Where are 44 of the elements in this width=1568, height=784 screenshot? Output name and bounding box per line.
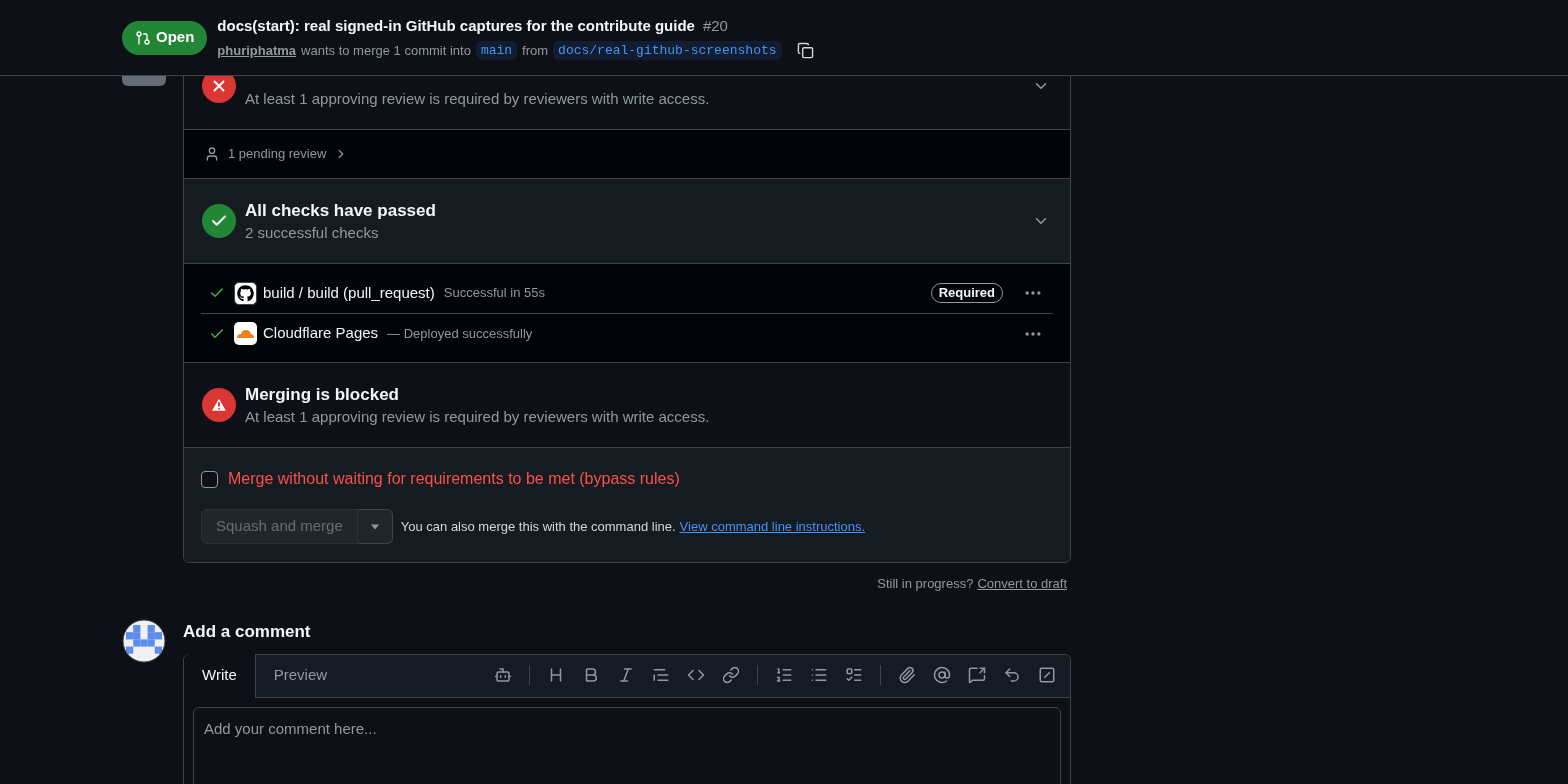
cloud-icon	[234, 322, 257, 345]
section-description: At least 1 approving review is required by reviewers with write access.	[245, 407, 710, 427]
section-description: 2 successful checks	[245, 223, 380, 243]
check-name[interactable]: build / build (pull_request)	[263, 281, 435, 305]
check-detail: — Deployed successfully	[387, 324, 533, 343]
editor-tab[interactable]: Write	[184, 653, 256, 698]
italic-icon[interactable]	[617, 666, 635, 684]
octocat-icon	[234, 281, 257, 305]
comment-heading: Add a comment	[183, 620, 312, 643]
editor-tab[interactable]: Preview	[255, 653, 346, 698]
numbered-list-icon[interactable]	[775, 666, 793, 684]
pr-title: docs(start): real signed-in GitHub captures for the contribute guide	[217, 16, 695, 36]
quote-icon[interactable]	[652, 666, 670, 684]
pr-number: #20	[702, 16, 728, 36]
check-detail: Successful in 55s	[443, 284, 545, 303]
paperclip-icon[interactable]	[898, 666, 916, 684]
command-line-link[interactable]: View command line instructions.	[679, 516, 866, 537]
section-title: Merging is blocked	[245, 384, 400, 406]
comment-input[interactable]: Add your comment here...	[193, 706, 1061, 784]
task-list-icon[interactable]	[845, 666, 863, 684]
link-icon[interactable]	[722, 666, 740, 684]
branch-label[interactable]: main	[475, 40, 518, 60]
copy-icon[interactable]	[796, 41, 814, 59]
author-link[interactable]: phuriphatma	[217, 40, 297, 60]
from-text: from	[522, 41, 549, 60]
mention-icon[interactable]	[933, 666, 951, 684]
branch-label[interactable]: docs/real-github-screenshots	[553, 40, 782, 60]
pending-review-link[interactable]: 1 pending review	[204, 144, 349, 164]
reply-icon[interactable]	[1003, 666, 1021, 684]
check-name[interactable]: Cloudflare Pages	[263, 322, 379, 345]
merge-text: wants to merge 1 commit into	[301, 41, 471, 60]
draft-prompt: Still in progress?	[877, 575, 974, 593]
reference-icon[interactable]	[968, 666, 986, 684]
section-title: All checks have passed	[245, 200, 436, 222]
command-line-text: You can also merge this with the command line.	[400, 517, 676, 536]
slash-command-icon[interactable]	[1038, 666, 1056, 684]
section-description: At least 1 approving review is required by reviewers with write access.	[245, 89, 710, 109]
person-icon	[204, 146, 220, 162]
bypass-checkbox[interactable]	[201, 470, 218, 488]
caret-icon	[369, 523, 380, 530]
convert-to-draft-link[interactable]: Convert to draft	[977, 574, 1067, 594]
status-badge: Open	[122, 20, 208, 55]
bulleted-list-icon[interactable]	[810, 666, 828, 684]
bypass-label[interactable]: Merge without waiting for requirements to be met (bypass rules)	[228, 467, 680, 491]
